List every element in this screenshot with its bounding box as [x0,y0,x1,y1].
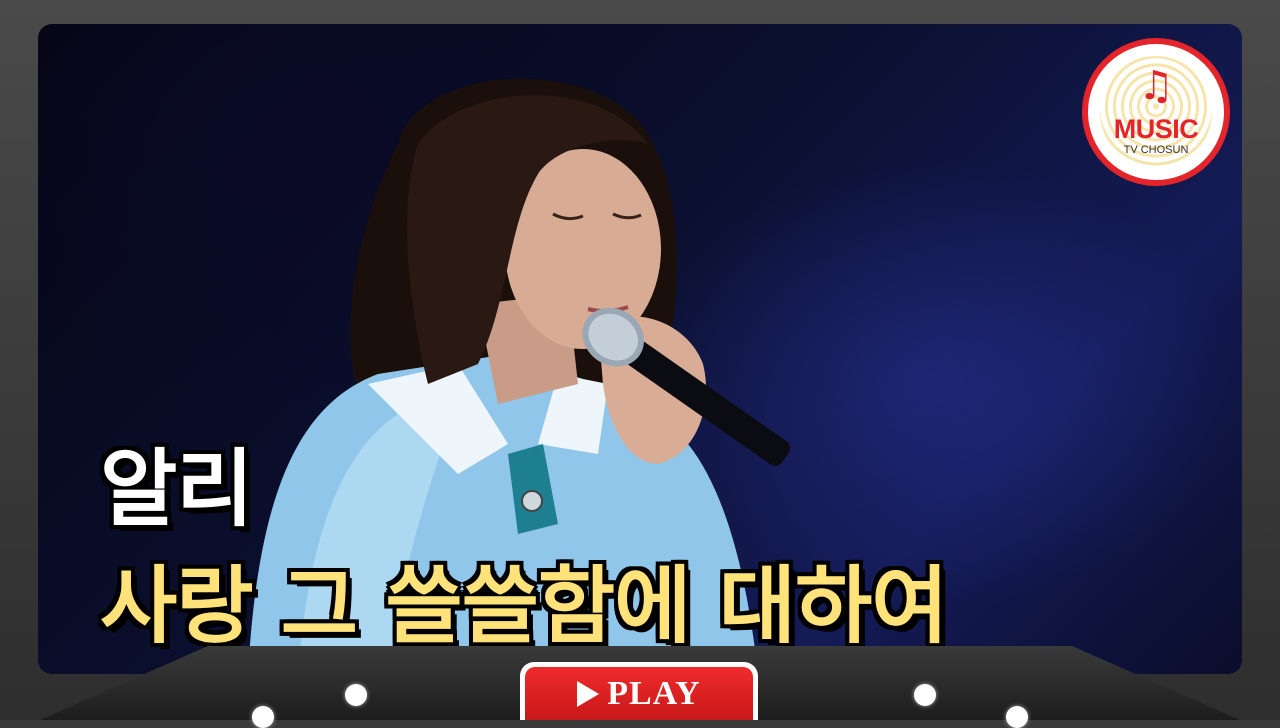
play-triangle-icon [577,680,600,707]
play-button-label: PLAY [607,674,701,712]
play-button[interactable]: PLAY [520,662,758,720]
console-light [345,684,367,706]
video-frame: 알리 사랑 그 쓸쓸함에 대하여 [38,24,1242,674]
console-light [252,706,274,728]
logo-title: MUSIC [1113,114,1199,144]
console-light [914,684,936,706]
music-note-icon: ♫ [1138,63,1174,109]
console-light [1006,706,1028,728]
song-title-caption: 사랑 그 쓸쓸함에 대하여 [100,557,949,655]
play-button-face[interactable]: PLAY [525,667,753,720]
artist-caption: 알리 [100,440,254,538]
logo-subtitle: TV CHOSUN [1123,144,1189,156]
music-tv-chosun-logo: ♫ MUSIC TV CHOSUN [1082,38,1230,186]
